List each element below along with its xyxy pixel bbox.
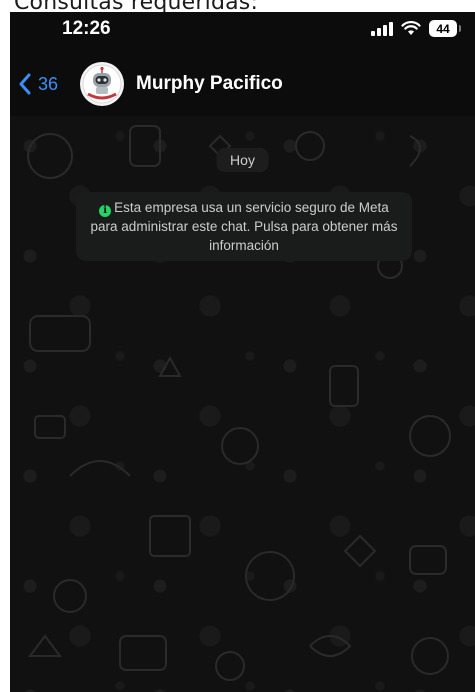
wifi-icon	[401, 21, 421, 35]
battery-icon: 44	[429, 20, 461, 37]
avatar[interactable]	[80, 62, 125, 106]
phone-screen: 12:26 44 36 Murphy Pacifico Hoy i Esta e…	[10, 12, 475, 692]
info-icon: i	[99, 205, 112, 217]
business-info-message[interactable]: i Esta empresa usa un servicio seguro de …	[76, 192, 412, 261]
date-separator: Hoy	[216, 148, 269, 172]
business-info-text: Esta empresa usa un servicio seguro de M…	[90, 200, 398, 253]
status-bar: 12:26 44	[10, 12, 475, 46]
robot-logo-icon	[82, 64, 122, 104]
status-time: 12:26	[62, 18, 111, 39]
contact-name[interactable]: Murphy Pacifico	[136, 73, 283, 95]
chat-area: Hoy i Esta empresa usa un servicio seguro…	[10, 116, 475, 692]
back-button[interactable]: 36	[18, 73, 58, 95]
chat-header: 36 Murphy Pacifico	[10, 56, 475, 112]
status-icons: 44	[371, 20, 461, 37]
signal-icon	[371, 21, 393, 36]
chevron-left-icon	[19, 73, 31, 95]
screenshot-caption: Consultas requeridas:	[14, 0, 259, 15]
unread-count: 36	[38, 73, 59, 94]
